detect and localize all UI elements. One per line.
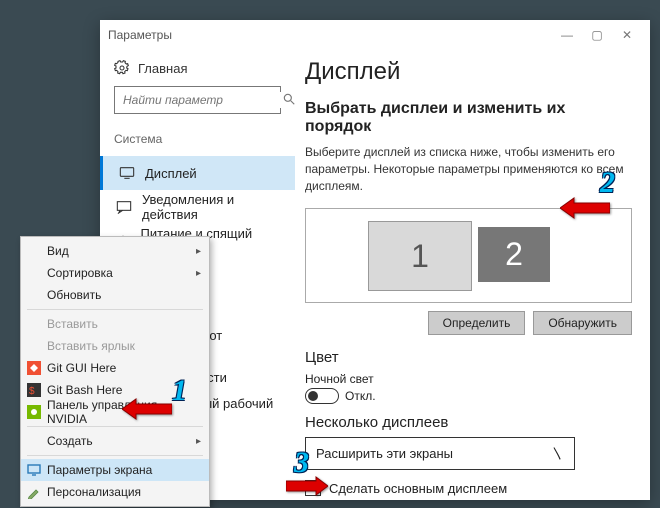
night-light-state: Откл. xyxy=(345,389,376,403)
search-box[interactable] xyxy=(114,86,281,114)
context-item[interactable]: Параметры экрана xyxy=(21,459,209,481)
comment-icon xyxy=(116,200,132,214)
context-item-label: Обновить xyxy=(47,288,101,302)
nav-display[interactable]: Дисплей xyxy=(100,156,295,190)
context-item-label: Персонализация xyxy=(47,485,141,499)
display-1[interactable]: 1 xyxy=(368,221,472,291)
context-item-label: Вставить xyxy=(47,317,98,331)
annotation-number-1: 1 xyxy=(172,374,187,408)
window-title: Параметры xyxy=(108,28,552,42)
context-separator xyxy=(27,455,203,456)
desktop-context-menu: Вид Сортировка Обновить Вставить Вставить яр… xyxy=(20,236,210,507)
help-text: Выберите дисплей из списка ниже, чтобы и… xyxy=(305,144,632,194)
context-item-label: Git Bash Here xyxy=(47,383,122,397)
dropdown-value: Расширить эти экраны xyxy=(316,446,453,461)
night-light-label: Ночной свет xyxy=(305,372,632,386)
context-item[interactable]: Персонализация xyxy=(21,481,209,503)
gear-icon xyxy=(114,60,130,76)
multiple-displays-heading: Несколько дисплеев xyxy=(305,414,632,431)
display-2[interactable]: 2 xyxy=(478,227,550,282)
context-item[interactable]: Сортировка xyxy=(21,262,209,284)
context-separator xyxy=(27,426,203,427)
section-label: Система xyxy=(114,132,281,146)
context-item[interactable]: Обновить xyxy=(21,284,209,306)
context-item-label: Git GUI Here xyxy=(47,361,116,375)
git-gui-icon xyxy=(26,360,42,376)
color-heading: Цвет xyxy=(305,349,632,366)
context-separator xyxy=(27,309,203,310)
search-input[interactable] xyxy=(121,92,282,108)
close-button[interactable]: ✕ xyxy=(612,28,642,42)
page-title: Дисплей xyxy=(305,58,632,86)
chevron-down-icon: 〵 xyxy=(551,444,564,463)
detect-button[interactable]: Обнаружить xyxy=(533,311,632,335)
context-item-label: Параметры экрана xyxy=(47,463,152,477)
annotation-arrow-1 xyxy=(122,397,172,421)
display-arrangement[interactable]: 1 2 xyxy=(305,208,632,303)
minimize-button[interactable]: — xyxy=(552,28,582,42)
search-icon xyxy=(282,92,296,109)
maximize-button[interactable]: ▢ xyxy=(582,28,612,42)
multiple-displays-dropdown[interactable]: Расширить эти экраны 〵 xyxy=(305,437,575,470)
personalize-icon xyxy=(26,484,42,500)
context-item[interactable]: Создать xyxy=(21,430,209,452)
night-light-toggle[interactable] xyxy=(305,388,339,404)
nav-notifications[interactable]: Уведомления и действия xyxy=(114,190,281,224)
annotation-number-3: 3 xyxy=(294,446,309,480)
context-item-label: Вид xyxy=(47,244,69,258)
nav-label: Дисплей xyxy=(145,166,197,181)
monitor-icon xyxy=(119,166,135,180)
context-item: Вставить xyxy=(21,313,209,335)
context-item: Вставить ярлык xyxy=(21,335,209,357)
make-main-label: Сделать основным дисплеем xyxy=(329,481,507,496)
display-icon xyxy=(26,462,42,478)
svg-text:$: $ xyxy=(29,386,35,397)
home-label: Главная xyxy=(138,61,187,76)
identify-button[interactable]: Определить xyxy=(428,311,526,335)
context-item-label: Создать xyxy=(47,434,93,448)
main-pane: Дисплей Выбрать дисплеи и изменить их по… xyxy=(295,50,650,500)
annotation-number-2: 2 xyxy=(600,166,615,200)
git-bash-icon: $ xyxy=(26,382,42,398)
titlebar: Параметры — ▢ ✕ xyxy=(100,20,650,50)
context-item[interactable]: Вид xyxy=(21,240,209,262)
context-item-label: Вставить ярлык xyxy=(47,339,135,353)
nvidia-icon xyxy=(26,404,42,420)
nav-label: Уведомления и действия xyxy=(142,192,281,222)
home-link[interactable]: Главная xyxy=(114,60,281,76)
context-item-label: Сортировка xyxy=(47,266,113,280)
arrange-heading: Выбрать дисплеи и изменить их порядок xyxy=(305,100,632,136)
